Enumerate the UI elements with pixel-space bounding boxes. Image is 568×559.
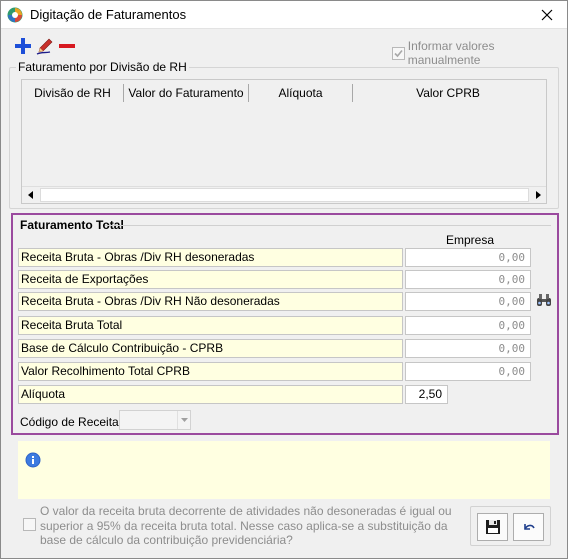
value-aliquota[interactable]: 2,50 xyxy=(405,385,448,404)
checkbox-box[interactable] xyxy=(392,46,405,60)
grid-header: Divisão de RH Valor do Faturamento Alíqu… xyxy=(22,80,546,106)
column-header-divisao[interactable]: Divisão de RH xyxy=(22,80,123,106)
substitution-checkbox[interactable] xyxy=(23,518,36,531)
rh-group-title: Faturamento por Divisão de RH xyxy=(16,60,189,74)
codigo-receita-label: Código de Receita: xyxy=(20,415,123,429)
total-group: Faturamento Total Empresa Receita Bruta … xyxy=(11,213,559,435)
floppy-disk-icon xyxy=(485,520,500,534)
pencil-icon xyxy=(36,38,53,55)
scrollbar-thumb[interactable] xyxy=(40,188,529,202)
binoculars-icon xyxy=(536,294,551,306)
action-buttons xyxy=(470,506,551,546)
row-label-valor-recolhimento: Valor Recolhimento Total CPRB xyxy=(18,362,403,381)
row-label-receita-nao-desoneradas: Receita Bruta - Obras /Div RH Não desone… xyxy=(18,292,403,311)
info-panel xyxy=(18,441,550,499)
info-icon xyxy=(25,452,41,468)
remove-button[interactable] xyxy=(58,37,76,55)
title-bar: Digitação de Faturamentos xyxy=(1,1,567,29)
row-label-aliquota: Alíquota xyxy=(18,385,403,404)
arrow-left-icon xyxy=(27,191,33,199)
substitution-question: O valor da receita bruta decorrente de a… xyxy=(40,504,452,547)
manual-values-checkbox[interactable]: Informar valores manualmente xyxy=(392,39,567,67)
window-title: Digitação de Faturamentos xyxy=(30,7,187,22)
chevron-down-icon xyxy=(180,418,188,422)
arrow-right-icon xyxy=(535,191,541,199)
scroll-right-button[interactable] xyxy=(529,187,546,203)
value-receita-nao-desoneradas[interactable]: 0,00 xyxy=(405,292,531,311)
save-button[interactable] xyxy=(477,513,508,541)
value-receita-total[interactable]: 0,00 xyxy=(405,316,531,335)
row-label-receita-exportacoes: Receita de Exportações xyxy=(18,270,403,289)
value-base-calculo[interactable]: 0,00 xyxy=(405,339,531,358)
add-button[interactable] xyxy=(14,37,32,55)
value-receita-exportacoes[interactable]: 0,00 xyxy=(405,270,531,289)
column-header-aliquota[interactable]: Alíquota xyxy=(249,80,352,106)
row-label-receita-total: Receita Bruta Total xyxy=(18,316,403,335)
close-icon xyxy=(541,9,553,21)
codigo-receita-select[interactable] xyxy=(119,410,191,430)
plus-icon xyxy=(15,38,31,54)
dropdown-arrow[interactable] xyxy=(177,411,190,429)
column-header-empresa: Empresa xyxy=(446,233,495,247)
row-label-base-calculo: Base de Cálculo Contribuição - CPRB xyxy=(18,339,403,358)
column-header-valor-cprb[interactable]: Valor CPRB xyxy=(353,80,543,106)
checkmark-icon xyxy=(394,49,403,57)
undo-icon xyxy=(523,524,535,530)
lookup-button[interactable] xyxy=(533,290,554,310)
group-divider xyxy=(105,225,551,226)
manual-values-label: Informar valores manualmente xyxy=(407,39,495,67)
rh-grid[interactable]: Divisão de RH Valor do Faturamento Alíqu… xyxy=(21,79,547,204)
row-label-receita-desoneradas: Receita Bruta - Obras /Div RH desonerada… xyxy=(18,248,403,267)
scroll-left-button[interactable] xyxy=(22,187,39,203)
edit-button[interactable] xyxy=(36,37,54,55)
value-valor-recolhimento[interactable]: 0,00 xyxy=(405,362,531,381)
column-header-valor-faturamento[interactable]: Valor do Faturamento xyxy=(124,80,248,106)
minus-icon xyxy=(59,44,75,48)
undo-button[interactable] xyxy=(513,513,544,541)
app-logo-icon xyxy=(7,7,23,23)
value-receita-desoneradas[interactable]: 0,00 xyxy=(405,248,531,267)
horizontal-scrollbar[interactable] xyxy=(22,186,546,203)
dialog-window: Digitação de Faturamentos Informar valor… xyxy=(0,0,568,559)
close-button[interactable] xyxy=(527,1,567,29)
